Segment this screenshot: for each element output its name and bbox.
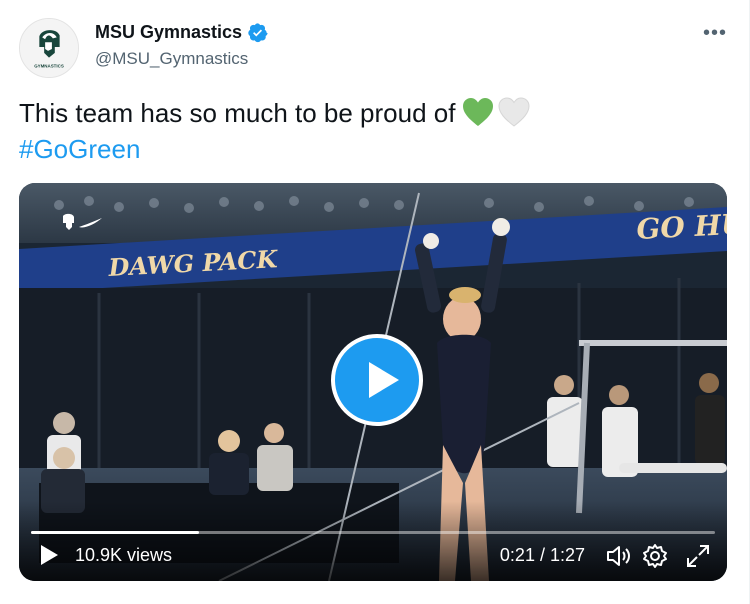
playback-time: 0:21 / 1:27 <box>499 545 585 565</box>
avatar[interactable]: GYMNASTICS <box>19 18 79 78</box>
progress-fill <box>31 531 199 534</box>
green-heart-icon <box>461 96 495 128</box>
progress-bar[interactable] <box>31 531 715 534</box>
video-controls: 10.9K views 0:21 / 1:27 <box>19 501 727 581</box>
account-handle[interactable]: @MSU_Gymnastics <box>95 49 248 69</box>
control-play-icon[interactable] <box>41 545 58 565</box>
video-player[interactable]: DAWG PACK GO HU 10.9K views 0:21 / 1:27 <box>19 183 727 581</box>
banner-right-text: GO HU <box>636 207 727 246</box>
more-icon[interactable]: ••• <box>703 22 727 45</box>
avatar-wordmark: GYMNASTICS <box>34 63 64 68</box>
volume-icon[interactable] <box>605 543 631 569</box>
hashtag-link[interactable]: #GoGreen <box>19 131 719 167</box>
tweet-body: This team has so much to be proud of <box>19 98 456 128</box>
white-heart-icon <box>497 96 531 128</box>
tweet-card: GYMNASTICS MSU Gymnastics @MSU_Gymnastic… <box>0 0 750 604</box>
name-row: MSU Gymnastics <box>95 22 268 43</box>
view-count: 10.9K views <box>75 545 173 565</box>
display-name[interactable]: MSU Gymnastics <box>95 22 242 43</box>
tweet-text: This team has so much to be proud of #Go… <box>19 95 719 167</box>
fullscreen-icon[interactable] <box>685 543 711 569</box>
play-button[interactable] <box>331 334 423 426</box>
gear-icon[interactable] <box>642 543 668 569</box>
spartan-logo-icon: GYMNASTICS <box>20 19 78 77</box>
play-icon <box>369 362 399 398</box>
verified-badge-icon <box>247 22 268 43</box>
msu-nike-logo-icon <box>61 213 103 235</box>
